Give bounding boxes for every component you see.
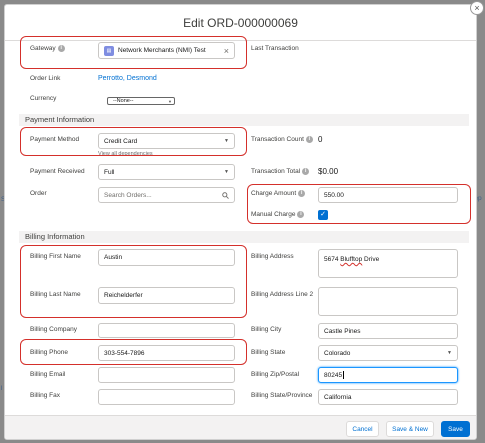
billing-email-input[interactable] [98, 367, 235, 383]
background-link: l [1, 385, 3, 392]
billing-address2-label: Billing Address Line 2 [251, 291, 314, 298]
cancel-button[interactable]: Cancel [346, 421, 379, 437]
billing-phone-value: 303-554-7896 [104, 349, 145, 357]
manual-charge-label: Manual Charge i [251, 211, 305, 218]
charge-amount-input[interactable]: 550.00 [318, 187, 458, 203]
billing-city-label: Billing City [251, 326, 282, 333]
order-label: Order [30, 190, 47, 197]
charge-amount-label: Charge Amount i [251, 190, 306, 197]
transaction-total-label: Transaction Total i [251, 168, 310, 175]
section-header-payment-information: Payment Information [19, 114, 469, 126]
payment-received-value: Full [104, 168, 115, 176]
payment-method-value: Credit Card [104, 137, 138, 145]
billing-company-label: Billing Company [30, 326, 77, 333]
billing-address-textarea[interactable]: 5674 Blufftop Drive [318, 249, 458, 278]
section-header-billing-information: Billing Information [19, 231, 469, 243]
transaction-count-label: Transaction Count i [251, 136, 313, 143]
billing-first-name-label: Billing First Name [30, 253, 81, 260]
info-icon: i [297, 211, 305, 218]
payment-received-select[interactable]: Full ▼ [98, 164, 235, 180]
billing-company-input[interactable] [98, 323, 235, 338]
info-icon: i [305, 136, 313, 143]
search-icon [222, 191, 229, 199]
billing-phone-input[interactable]: 303-554-7896 [98, 345, 235, 361]
billing-city-value: Castle Pines [324, 327, 361, 335]
billing-zip-value: 80245 [324, 371, 343, 379]
payment-method-label: Payment Method [30, 136, 80, 143]
billing-address-rest: Drive [364, 256, 380, 263]
gateway-icon: ▤ [104, 45, 114, 56]
billing-state-province-input[interactable]: California [318, 389, 458, 405]
billing-email-label: Billing Email [30, 371, 66, 378]
billing-phone-label: Billing Phone [30, 349, 68, 356]
billing-address-word: Blufftop [340, 256, 363, 263]
gateway-lookup-pill[interactable]: ▤ Network Merchants (NMI) Test × [98, 42, 235, 59]
modal-title: Edit ORD-000000069 [183, 16, 298, 30]
close-icon[interactable]: × [470, 1, 484, 15]
manual-charge-checkbox[interactable]: ✓ [318, 210, 328, 220]
modal-footer: Cancel Save & New Save [5, 415, 476, 439]
billing-address-label: Billing Address [251, 253, 294, 260]
transaction-total-value: $0.00 [318, 167, 339, 176]
billing-state-select[interactable]: Colorado ▼ [318, 345, 458, 361]
chevron-down-icon: ▼ [224, 138, 229, 144]
billing-last-name-value: Reichelderfer [104, 292, 143, 299]
payment-received-label: Payment Received [30, 168, 85, 175]
chevron-down-icon: ▼ [447, 350, 452, 356]
billing-first-name-input[interactable]: Austin [98, 249, 235, 266]
billing-address2-textarea[interactable] [318, 287, 458, 316]
payment-method-select[interactable]: Credit Card ▼ [98, 133, 235, 149]
order-link-label: Order Link [30, 75, 61, 82]
chevron-down-icon: ▼ [224, 169, 229, 175]
billing-fax-label: Billing Fax [30, 392, 60, 399]
billing-state-label: Billing State [251, 349, 286, 356]
gateway-value: Network Merchants (NMI) Test [118, 47, 206, 54]
billing-fax-input[interactable] [98, 389, 235, 405]
transaction-count-value: 0 [318, 135, 323, 144]
billing-zip-label: Billing Zip/Postal [251, 371, 300, 378]
order-search-input[interactable]: Search Orders... [98, 187, 235, 203]
text-cursor [343, 371, 344, 379]
currency-select[interactable]: --None-- ▼ [107, 97, 175, 105]
last-transaction-label: Last Transaction [251, 45, 299, 52]
save-and-new-button[interactable]: Save & New [386, 421, 434, 437]
order-link-value[interactable]: Perrotto, Desmond [98, 75, 157, 82]
edit-order-modal: Edit ORD-000000069 Gateway i ▤ Network Me… [4, 4, 477, 440]
billing-last-name-input[interactable]: Reichelderfer [98, 287, 235, 304]
currency-value: --None-- [113, 98, 134, 104]
billing-address-number: 5674 [324, 256, 339, 263]
billing-zip-input[interactable]: 80245 [318, 367, 458, 383]
billing-first-name-value: Austin [104, 254, 123, 261]
billing-last-name-label: Billing Last Name [30, 291, 81, 298]
clear-gateway-icon[interactable]: × [224, 46, 229, 56]
currency-label: Currency [30, 95, 57, 102]
chevron-down-icon: ▼ [168, 98, 172, 104]
order-search-placeholder: Search Orders... [104, 191, 152, 199]
info-icon: i [302, 168, 310, 175]
info-icon: i [298, 190, 306, 197]
info-icon: i [57, 45, 65, 52]
billing-state-province-label: Billing State/Province [251, 392, 313, 399]
gateway-label: Gateway i [30, 45, 65, 52]
billing-state-province-value: California [324, 393, 352, 401]
charge-amount-value: 550.00 [324, 191, 344, 199]
billing-state-value: Colorado [324, 349, 351, 357]
billing-city-input[interactable]: Castle Pines [318, 323, 458, 339]
save-button[interactable]: Save [441, 421, 470, 437]
view-all-dependencies-link[interactable]: View all dependencies [98, 151, 153, 155]
